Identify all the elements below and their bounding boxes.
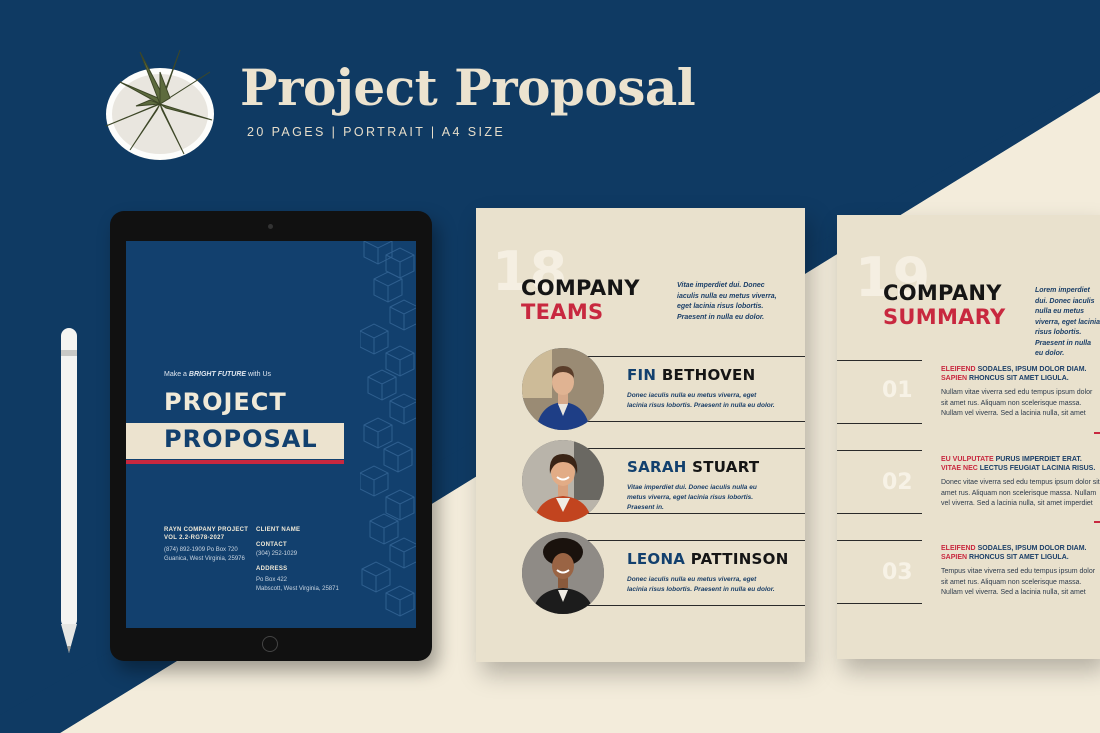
- summary-item-body: Donec vitae viverra sed edu tempus ipsum…: [941, 479, 1100, 507]
- summary-rule: [837, 513, 922, 514]
- member-name: SARAH STUART: [627, 458, 759, 476]
- tagline-pre: Make a: [164, 371, 187, 378]
- heading-red: ELEIFEND: [941, 545, 976, 552]
- tagline-emphasis: BRIGHT FUTURE: [188, 371, 247, 378]
- heading-red: EU VULPUTATE: [941, 456, 994, 463]
- heading-red: ELEIFEND: [941, 366, 976, 373]
- heading-blue: SODALES, IPSUM DOLOR DIAM.: [977, 366, 1087, 373]
- company-heading: RAYN COMPANY PROJECT: [164, 527, 249, 533]
- heading-blue: LECTUS FEUGIAT LACINIA RISUS.: [979, 465, 1096, 472]
- heading-blue: RHONCUS SIT AMET LIGULA.: [969, 554, 1069, 561]
- company-phone: (874) 892-1909 Po Box 720: [164, 547, 238, 553]
- accent-tick: [1094, 521, 1100, 523]
- heading-red: SAPIEN: [941, 554, 968, 561]
- address-line2: Mabscott, West Virginia, 25871: [256, 586, 339, 592]
- summary-item-heading: EU VULPUTATE PURUS IMPERDIET ERAT. VITAE…: [941, 455, 1095, 473]
- summary-rule: [837, 603, 922, 604]
- member-last-name: PATTINSON: [690, 550, 789, 568]
- avatar: [522, 440, 604, 522]
- member-rule-top: [562, 356, 805, 357]
- member-last-name: BETHOVEN: [661, 366, 756, 384]
- cover-title-line1: PROJECT: [164, 388, 287, 416]
- heading-red: SAPIEN: [941, 375, 968, 382]
- client-heading: CLIENT NAME: [256, 527, 301, 533]
- address-heading: ADDRESS: [256, 566, 288, 572]
- member-first-name: SARAH: [627, 458, 687, 476]
- member-rule-bottom: [562, 513, 805, 514]
- summary-heading-line1: COMPANY: [883, 281, 1002, 305]
- member-last-name: STUART: [692, 458, 760, 476]
- member-description: Donec iaculis nulla eu metus viverra, eg…: [627, 576, 775, 593]
- page-title: Project Proposal: [240, 58, 696, 117]
- summary-intro: Lorem imperdiet dui. Donec iaculis nulla…: [1035, 287, 1100, 357]
- tagline-post: with Us: [248, 371, 271, 378]
- summary-item-heading: ELEIFEND SODALES, IPSUM DOLOR DIAM. SAPI…: [941, 365, 1086, 383]
- cover-tagline: Make a BRIGHT FUTURE with Us: [164, 371, 271, 378]
- heading-blue: PURUS IMPERDIET ERAT.: [995, 456, 1082, 463]
- member-rule-bottom: [562, 421, 805, 422]
- avatar: [522, 532, 604, 614]
- heading-red: VITAE NEC: [941, 465, 978, 472]
- member-rule-top: [562, 448, 805, 449]
- page-subtitle: 20 PAGES | PORTRAIT | A4 SIZE: [247, 125, 506, 139]
- summary-item-body: Nullam vitae viverra sed edu tempus ipsu…: [941, 389, 1093, 417]
- member-description: Donec iaculis nulla eu metus viverra, eg…: [627, 392, 775, 409]
- company-vol: VOL 2.2-RG78-2027: [164, 535, 225, 541]
- plant-icon: [105, 49, 214, 160]
- summary-rule: [837, 540, 922, 541]
- summary-heading-line2: SUMMARY: [883, 305, 1006, 329]
- summary-item-body: Tempus vitae viverra sed edu tempus ipsu…: [941, 568, 1096, 596]
- teams-intro: Vitae imperdiet dui. Donec iaculis nulla…: [677, 282, 777, 321]
- summary-rule: [837, 450, 922, 451]
- company-address: Guanica, West Virginia, 25976: [164, 556, 245, 562]
- member-first-name: FIN: [627, 366, 657, 384]
- stylus-icon: [61, 328, 77, 653]
- teams-heading-line2: TEAMS: [521, 300, 604, 324]
- cover-red-stripe: [126, 460, 344, 464]
- member-rule-bottom: [562, 605, 805, 606]
- hexagon-cube-pattern: [360, 241, 416, 617]
- summary-rule: [837, 423, 922, 424]
- home-button-icon[interactable]: [262, 636, 278, 652]
- summary-item-number: 02: [882, 470, 913, 495]
- camera-icon: [268, 224, 273, 229]
- summary-item-number: 03: [882, 560, 913, 585]
- member-name: LEONA PATTINSON: [627, 550, 789, 568]
- heading-blue: SODALES, IPSUM DOLOR DIAM.: [977, 545, 1087, 552]
- teams-heading-line1: COMPANY: [521, 276, 640, 300]
- summary-rule: [837, 360, 922, 361]
- contact-heading: CONTACT: [256, 542, 287, 548]
- contact-phone: (304) 252-1029: [256, 551, 298, 557]
- member-description: Vitae imperdiet dui. Donec iaculis nulla…: [627, 484, 757, 511]
- member-first-name: LEONA: [627, 550, 686, 568]
- avatar: [522, 348, 604, 430]
- summary-item-number: 01: [882, 378, 913, 403]
- address-line1: Po Box 422: [256, 577, 288, 583]
- heading-blue: RHONCUS SIT AMET LIGULA.: [969, 375, 1069, 382]
- accent-tick: [1094, 432, 1100, 434]
- member-rule-top: [562, 540, 805, 541]
- summary-item-heading: ELEIFEND SODALES, IPSUM DOLOR DIAM. SAPI…: [941, 544, 1086, 562]
- cover-title-line2: PROPOSAL: [164, 425, 318, 453]
- member-name: FIN BETHOVEN: [627, 366, 755, 384]
